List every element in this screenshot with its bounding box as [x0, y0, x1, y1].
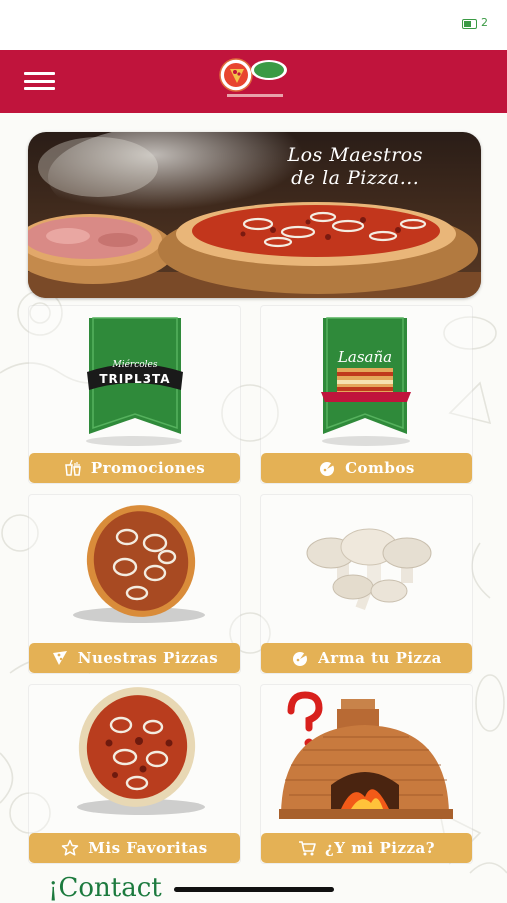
lasagna-banner-image: Lasaña: [261, 306, 472, 451]
hamburger-icon[interactable]: [24, 72, 55, 90]
card-y-mi-pizza[interactable]: ¿Y mi Pizza?: [260, 684, 473, 864]
pizza-coin-icon: [320, 462, 335, 476]
onion-pizza-image: [29, 495, 240, 641]
battery-icon: [462, 19, 477, 29]
drink-fries-icon: [65, 459, 81, 476]
lasagna-text: Lasaña: [337, 348, 393, 366]
banner-title-line1: Los Maestros: [287, 144, 423, 166]
tripleta-line2: TRIPL3TA: [99, 372, 171, 386]
brand-logo: [219, 58, 287, 97]
promociones-label: Promociones: [90, 459, 206, 477]
card-combos[interactable]: Lasaña Combos: [260, 305, 473, 484]
contact-text: ¡Contact: [48, 873, 162, 903]
status-bar: 2: [0, 0, 507, 50]
battery-text: 2: [481, 16, 488, 29]
pizza-coin-icon: [293, 652, 308, 666]
y-mi-pizza-button[interactable]: ¿Y mi Pizza?: [261, 833, 472, 863]
pepperoni-pizza-image: [29, 685, 240, 831]
tripleta-banner-image: Miércoles TRIPL3TA: [29, 306, 240, 451]
y-mi-pizza-label: ¿Y mi Pizza?: [324, 839, 436, 857]
brick-oven-image: [261, 685, 472, 831]
tripleta-line1: Miércoles: [112, 360, 158, 370]
arma-tu-pizza-label: Arma tu Pizza: [318, 649, 442, 667]
card-arma-tu-pizza[interactable]: Arma tu Pizza: [260, 494, 473, 674]
mis-favoritas-label: Mis Favoritas: [88, 839, 208, 857]
star-icon: [62, 839, 79, 856]
nuestras-pizzas-button[interactable]: Nuestras Pizzas: [29, 643, 240, 673]
pizza-slice-icon: [52, 651, 67, 665]
promociones-button[interactable]: Promociones: [29, 453, 240, 483]
cart-icon: [298, 841, 316, 856]
arma-tu-pizza-button[interactable]: Arma tu Pizza: [261, 643, 472, 673]
banner-title: Los Maestros de la Pizza...: [287, 144, 423, 190]
card-mis-favoritas[interactable]: Mis Favoritas: [28, 684, 241, 864]
mushrooms-image: [261, 495, 472, 641]
home-indicator[interactable]: [174, 887, 334, 892]
card-promociones[interactable]: Miércoles TRIPL3TA Promociones: [28, 305, 241, 484]
combos-label: Combos: [345, 459, 415, 477]
hero-banner[interactable]: Los Maestros de la Pizza...: [28, 132, 481, 298]
nuestras-pizzas-label: Nuestras Pizzas: [77, 649, 219, 667]
mis-favoritas-button[interactable]: Mis Favoritas: [29, 833, 240, 863]
card-nuestras-pizzas[interactable]: Nuestras Pizzas: [28, 494, 241, 674]
combos-button[interactable]: Combos: [261, 453, 472, 483]
banner-title-line2: de la Pizza...: [291, 167, 420, 189]
